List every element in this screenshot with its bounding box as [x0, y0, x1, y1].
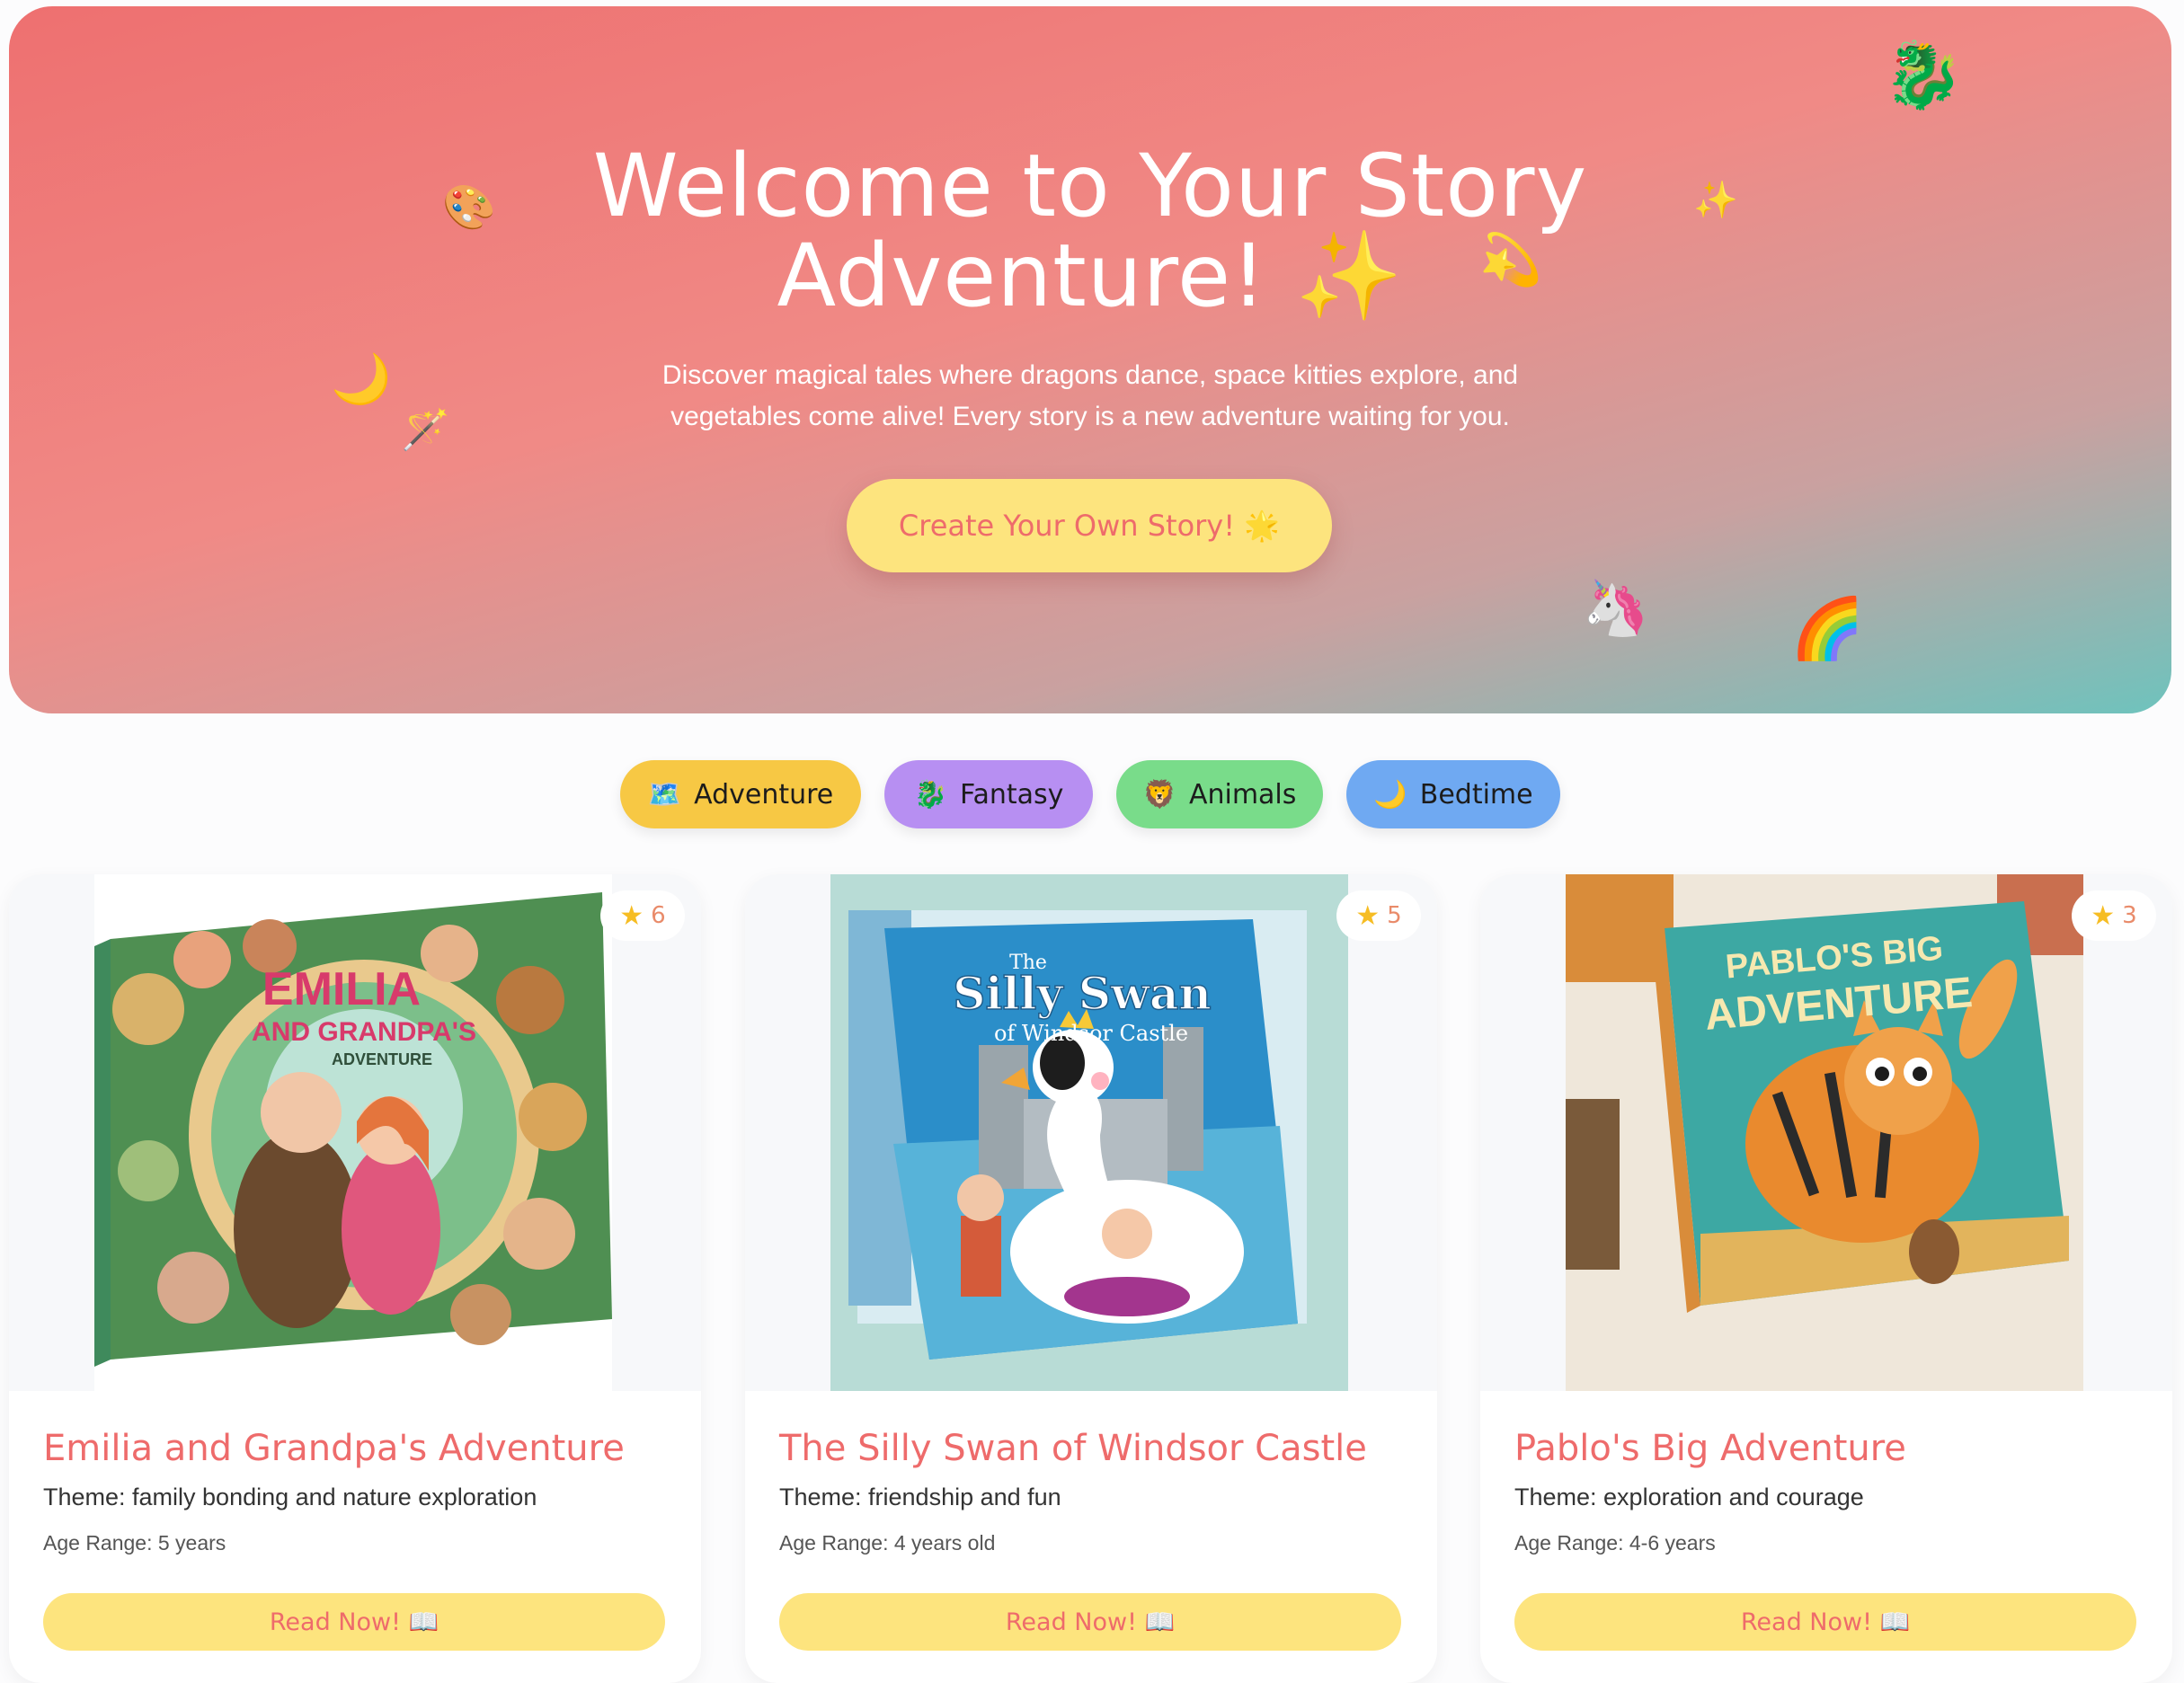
cover-title-line-2: Silly Swan	[953, 967, 1211, 1020]
star-icon: ★	[2091, 899, 2116, 932]
filter-animals[interactable]: 🦁 Animals	[1116, 760, 1323, 828]
story-title: Pablo's Big Adventure	[1514, 1428, 1906, 1469]
cover-title-line-2: AND GRANDPA'S	[252, 1017, 476, 1047]
map-icon: 🗺️	[647, 778, 682, 810]
story-title: The Silly Swan of Windsor Castle	[779, 1428, 1367, 1469]
rating-count: 5	[1387, 902, 1402, 929]
filter-bedtime[interactable]: 🌙 Bedtime	[1346, 760, 1560, 828]
story-theme: Theme: family bonding and nature explora…	[43, 1484, 537, 1510]
story-age-range: Age Range: 4-6 years	[1514, 1531, 1716, 1555]
book-cover-image[interactable]: EMILIA AND GRANDPA'S ADVENTURE	[94, 874, 612, 1391]
rating-badge: ★ 6	[600, 890, 685, 941]
hero-subtitle: Discover magical tales where dragons dan…	[9, 355, 2171, 438]
hero-title-line-2: Adventure! ✨	[777, 226, 1404, 326]
rating-count: 6	[651, 902, 666, 929]
filter-label: Adventure	[694, 778, 834, 810]
rating-badge: ★ 3	[2072, 890, 2156, 941]
hero-banner: 🐉 🎨 ✨ 💫 🌙 🪄 🦄 🌈 Welcome to Your Story Ad…	[9, 6, 2171, 713]
cover-area: EMILIA AND GRANDPA'S ADVENTURE ★ 6	[9, 874, 701, 1391]
cover-title-line-3: of Windsor Castle	[994, 1021, 1188, 1046]
star-icon: ★	[619, 899, 644, 932]
filter-label: Fantasy	[959, 778, 1064, 810]
filter-label: Bedtime	[1419, 778, 1533, 810]
dragon-icon: 🐉	[913, 778, 947, 810]
cover-title-line-1: EMILIA	[262, 963, 421, 1015]
story-theme: Theme: friendship and fun	[779, 1484, 1061, 1510]
dragon-icon: 🐉	[1883, 37, 1964, 112]
rating-count: 3	[2122, 902, 2137, 929]
cover-area: The Silly Swan of Windsor Castle ★ 5	[745, 874, 1437, 1391]
story-age-range: Age Range: 5 years	[43, 1531, 226, 1555]
book-cover-image[interactable]: The Silly Swan of Windsor Castle	[830, 874, 1348, 1391]
story-age-range: Age Range: 4 years old	[779, 1531, 996, 1555]
story-title: Emilia and Grandpa's Adventure	[43, 1428, 625, 1469]
cover-area: PABLO'S BIG ADVENTURE ★ 3	[1480, 874, 2172, 1391]
book-cover-image[interactable]: PABLO'S BIG ADVENTURE	[1566, 874, 2083, 1391]
read-now-button[interactable]: Read Now! 📖	[43, 1593, 665, 1651]
hero-subtitle-line-1: Discover magical tales where dragons dan…	[661, 360, 1519, 390]
story-theme: Theme: exploration and courage	[1514, 1484, 1864, 1510]
hero-subtitle-line-2: vegetables come alive! Every story is a …	[670, 402, 1510, 431]
read-now-button[interactable]: Read Now! 📖	[1514, 1593, 2136, 1651]
rating-badge: ★ 5	[1336, 890, 1421, 941]
rainbow-icon: 🌈	[1790, 594, 1865, 663]
lion-icon: 🦁	[1142, 778, 1176, 810]
category-filters: 🗺️ Adventure 🐉 Fantasy 🦁 Animals 🌙 Bedti…	[0, 760, 2184, 828]
story-card[interactable]: EMILIA AND GRANDPA'S ADVENTURE ★ 6 Emili…	[9, 874, 701, 1683]
unicorn-icon: 🦄	[1582, 577, 1649, 640]
filter-fantasy[interactable]: 🐉 Fantasy	[884, 760, 1093, 828]
cover-title-line-3: ADVENTURE	[332, 1050, 432, 1068]
star-icon: ★	[1355, 899, 1381, 932]
hero-title-line-1: Welcome to Your Story	[592, 136, 1588, 236]
filter-adventure[interactable]: 🗺️ Adventure	[620, 760, 861, 828]
moon-icon: 🌙	[1373, 778, 1407, 810]
read-now-button[interactable]: Read Now! 📖	[779, 1593, 1401, 1651]
create-story-button[interactable]: Create Your Own Story! 🌟	[847, 479, 1332, 572]
filter-label: Animals	[1188, 778, 1297, 810]
hero-title: Welcome to Your Story Adventure! ✨	[9, 141, 2171, 321]
story-card[interactable]: PABLO'S BIG ADVENTURE ★ 3 Pablo's Big Ad…	[1480, 874, 2172, 1683]
story-card[interactable]: The Silly Swan of Windsor Castle ★ 5 The…	[745, 874, 1437, 1683]
